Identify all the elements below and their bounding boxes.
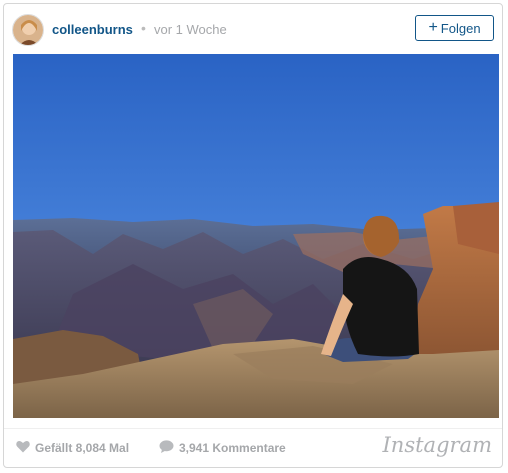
user-avatar[interactable] — [12, 14, 44, 46]
separator-dot: • — [141, 20, 146, 36]
post-photo[interactable] — [13, 54, 499, 418]
comments-count[interactable]: 3,941 Kommentare — [159, 440, 286, 456]
comments-label: 3,941 Kommentare — [179, 441, 286, 455]
heart-icon — [16, 440, 30, 456]
plus-icon: + — [428, 19, 438, 36]
likes-count[interactable]: Gefällt 8,084 Mal — [16, 440, 129, 456]
username-link[interactable]: colleenburns — [52, 22, 133, 37]
follow-label: Folgen — [440, 20, 481, 36]
post-timestamp[interactable]: vor 1 Woche — [154, 22, 227, 37]
likes-label: Gefällt 8,084 Mal — [35, 441, 130, 455]
post-header: colleenburns • vor 1 Woche + Folgen — [4, 4, 502, 54]
instagram-embed-card: colleenburns • vor 1 Woche + Folgen Gefä… — [3, 3, 503, 468]
follow-button[interactable]: + Folgen — [415, 15, 494, 41]
instagram-logo[interactable]: Instagram — [383, 433, 492, 457]
comment-icon — [159, 440, 174, 456]
post-footer: Gefällt 8,084 Mal 3,941 Kommentare Insta… — [4, 429, 502, 467]
